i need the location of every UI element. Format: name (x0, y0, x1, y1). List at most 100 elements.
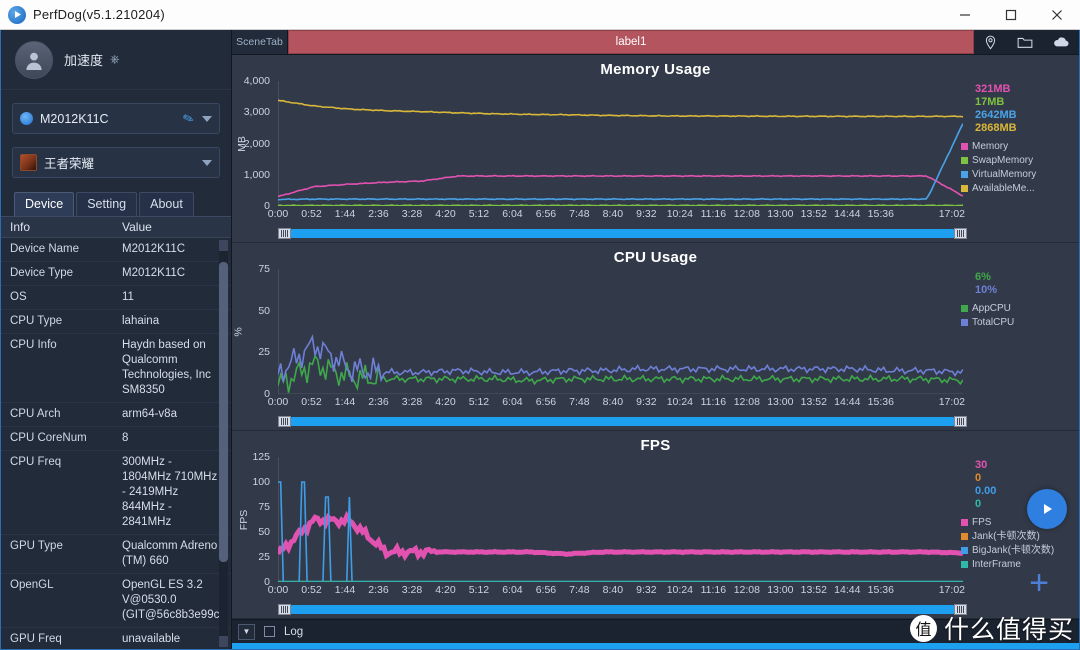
x-tick-label: 8:40 (602, 396, 624, 408)
row-info: GPU Type (10, 540, 63, 552)
chevron-down-icon[interactable] (202, 159, 212, 166)
plot-area[interactable] (278, 269, 963, 395)
chart-cpu-usage[interactable]: CPU Usage% 0 25 50 75 0:00 0:52 1:44 2:36 3:28 4:2… (232, 243, 1079, 431)
info-table-body[interactable]: Device Name M2012K11C Device Type M2012K11C… (1, 238, 231, 649)
x-tick-label: 9:32 (636, 208, 657, 220)
user-avatar-icon[interactable] (15, 40, 53, 79)
table-row[interactable]: CPU CoreNum 8 (1, 427, 231, 451)
tab-setting[interactable]: Setting (76, 192, 138, 216)
folder-icon[interactable] (1017, 35, 1033, 50)
legend-item[interactable]: SwapMemory (961, 154, 1073, 167)
scrollbar-right-grip[interactable] (954, 416, 967, 427)
x-tick-label: 6:04 (502, 396, 523, 408)
cloud-icon[interactable] (1052, 35, 1070, 49)
y-tick-label: 75 (258, 263, 270, 275)
row-value: Qualcomm Adreno (TM) 660 (122, 540, 218, 567)
scroll-up-arrow[interactable] (219, 240, 228, 251)
legend-swatch (961, 171, 968, 178)
sidebar: 加速度 ⎈ M2012K11C ✎ 王者荣耀 Device Setting Ab… (1, 30, 232, 649)
device-select[interactable]: M2012K11C ✎ (12, 103, 220, 134)
legend-item[interactable]: BigJank(卡顿次数) (961, 544, 1073, 557)
y-tick-label: 100 (252, 476, 270, 488)
scrollbar-track[interactable] (291, 229, 954, 238)
scrollbar-thumb[interactable] (219, 262, 228, 562)
x-tick-label: 4:20 (435, 396, 456, 408)
plot-area[interactable] (277, 81, 963, 206)
row-value: Haydn based on Qualcomm Technologies, In… (122, 339, 211, 396)
android-device-icon (20, 112, 33, 125)
location-pin-icon[interactable] (983, 35, 998, 50)
play-button[interactable] (1027, 489, 1067, 529)
row-info: Device Type (10, 267, 74, 279)
row-value: M2012K11C (122, 267, 186, 279)
legend-item[interactable]: AvailableMe... (961, 182, 1073, 195)
chart-timeline-scrollbar[interactable] (278, 604, 967, 615)
scene-label[interactable]: label1 (288, 30, 974, 54)
table-row[interactable]: CPU Arch arm64-v8a (1, 403, 231, 427)
table-row[interactable]: CPU Freq 300MHz - 1804MHz 710MHz - 2419MH… (1, 451, 231, 535)
scroll-down-arrow[interactable] (219, 636, 228, 647)
legend-swatch (961, 305, 968, 312)
log-checkbox[interactable] (264, 626, 275, 637)
column-header-value: Value (122, 220, 152, 234)
plus-icon[interactable]: + (1029, 566, 1049, 600)
scrollbar-track[interactable] (291, 605, 954, 614)
x-tick-label: 8:40 (602, 584, 624, 596)
minimize-button[interactable] (942, 0, 988, 30)
y-axis-label: FPS (238, 509, 251, 530)
legend-item[interactable]: Memory (961, 140, 1073, 153)
row-info: CPU Info (10, 339, 57, 351)
table-row[interactable]: Device Type M2012K11C (1, 262, 231, 286)
scrollbar-right-grip[interactable] (954, 228, 967, 239)
x-tick-label: 15:36 (867, 396, 894, 408)
table-row[interactable]: CPU Type lahaina (1, 310, 231, 334)
table-row[interactable]: CPU Info Haydn based on Qualcomm Technolo… (1, 334, 231, 403)
scrollbar-left-grip[interactable] (278, 416, 291, 427)
maximize-button[interactable] (988, 0, 1034, 30)
table-row[interactable]: Device Name M2012K11C (1, 238, 231, 262)
table-row[interactable]: OS 11 (1, 286, 231, 310)
legend-label: TotalCPU (972, 317, 1015, 328)
x-tick-label-last: 17:02 (938, 208, 965, 220)
chevron-down-icon[interactable] (202, 115, 212, 122)
y-axis-label: % (232, 326, 245, 337)
legend-item[interactable]: InterFrame (961, 558, 1073, 571)
x-tick-label: 3:28 (401, 208, 423, 220)
legend-label: AppCPU (972, 303, 1011, 314)
chart-memory-usage[interactable]: Memory Usage MB 0 1,000 2,000 3,000 4,000 0:00 0… (232, 55, 1079, 243)
row-info: OpenGL (10, 579, 54, 591)
legend-swatch (961, 143, 968, 150)
scrollbar-left-grip[interactable] (278, 228, 291, 239)
chart-fps[interactable]: FPS FPS 0 25 50 75 100 125 0:00 0:52 1:44 2:36 3:28 4… (232, 431, 1079, 619)
legend-item[interactable]: VirtualMemory (961, 168, 1073, 181)
power-icon[interactable]: ⎈ (110, 52, 120, 67)
sidebar-scrollbar[interactable] (219, 240, 228, 647)
app-select[interactable]: 王者荣耀 (12, 147, 220, 178)
caret-down-icon[interactable]: ▼ (238, 623, 255, 640)
x-tick-label: 4:20 (435, 208, 456, 220)
x-tick-label: 15:36 (867, 584, 894, 596)
chart-legend: 321MB 17MB 2642MB 2868MB Memory SwapMemory Vir… (961, 83, 1073, 195)
x-tick-label: 0:52 (301, 396, 322, 408)
table-row[interactable]: GPU Freq unavailable (1, 628, 231, 649)
scrollbar-left-grip[interactable] (278, 604, 291, 615)
legend-item[interactable]: TotalCPU (961, 316, 1073, 329)
tab-about[interactable]: About (139, 192, 194, 216)
scrollbar-track[interactable] (291, 417, 954, 426)
x-tick-label: 14:44 (834, 396, 861, 408)
chart-timeline-scrollbar[interactable] (278, 228, 967, 239)
x-tick-label: 1:44 (334, 584, 356, 596)
row-value: lahaina (122, 315, 160, 327)
close-button[interactable] (1034, 0, 1080, 30)
plot-area[interactable] (278, 457, 963, 582)
legend-item[interactable]: AppCPU (961, 302, 1073, 315)
chart-timeline-scrollbar[interactable] (278, 416, 967, 427)
tab-device[interactable]: Device (14, 192, 75, 216)
legend-item[interactable]: Jank(卡顿次数) (961, 530, 1073, 543)
y-tick-label: 50 (258, 526, 270, 538)
table-row[interactable]: GPU Type Qualcomm Adreno (TM) 660 (1, 535, 231, 574)
scene-tab-button[interactable]: SceneTab (232, 30, 288, 54)
table-row[interactable]: OpenGL OpenGL ES 3.2 V@0530.0 (GIT@56c8b3… (1, 574, 231, 628)
column-header-info: Info (10, 220, 31, 234)
row-value: 11 (122, 291, 134, 303)
